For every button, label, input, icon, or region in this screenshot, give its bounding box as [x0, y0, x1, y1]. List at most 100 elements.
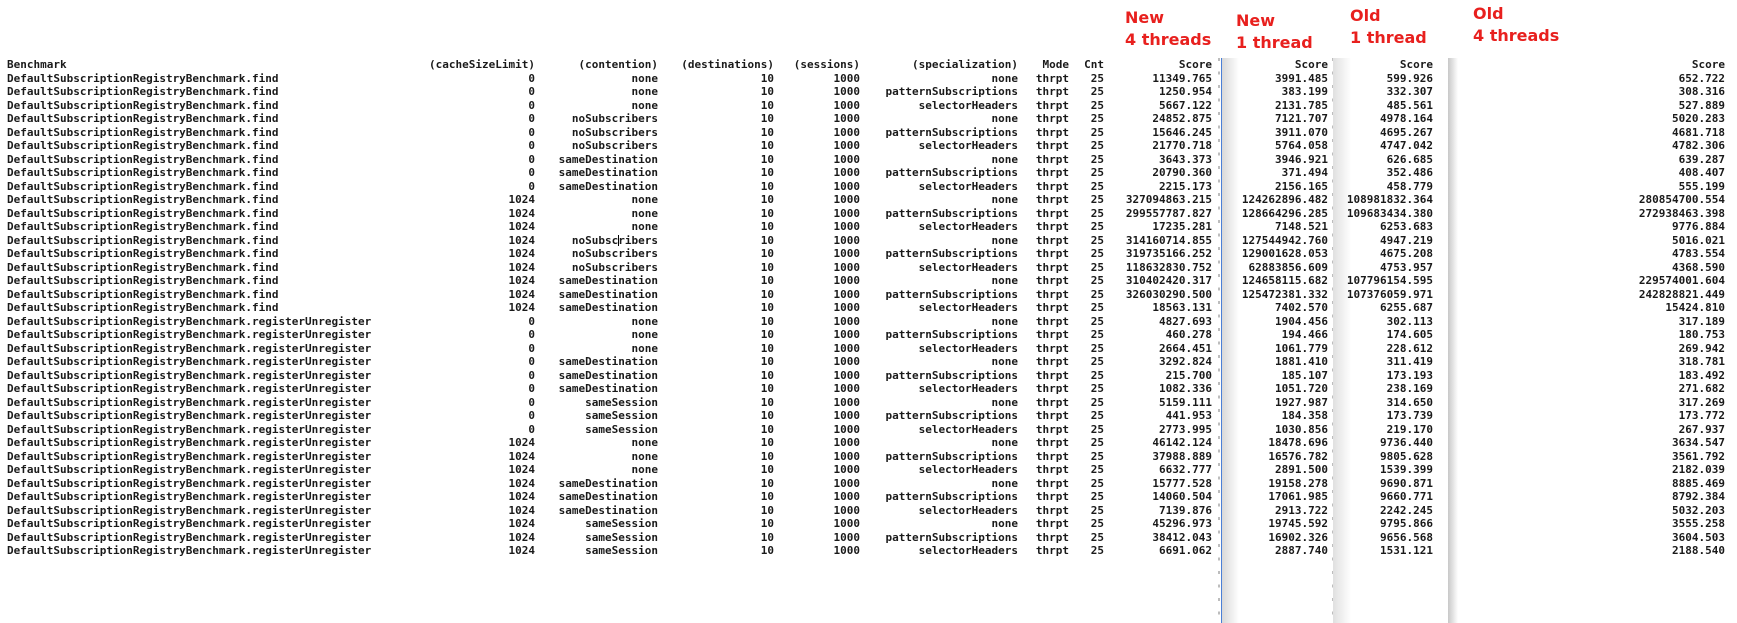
cell-score-new-1-thread: 1030.856 [1275, 422, 1328, 436]
cell-score-new-1-thread: 19158.278 [1268, 476, 1328, 490]
cell-score-new-1-thread: 1061.779 [1275, 341, 1328, 355]
cell-score-old-4-threads: 4783.554 [1672, 247, 1725, 260]
cell-cache-size-limit: 1024 [508, 301, 536, 314]
cell-specialization: patternSubscriptions [885, 166, 1018, 179]
cell-score-new-1-thread: 16576.782 [1268, 449, 1328, 463]
cell-cache-size-limit: 0 [528, 112, 535, 125]
cell-mode: thrpt [1035, 260, 1069, 274]
annotation-line2: 4 threads [1473, 26, 1560, 45]
cell-cache-size-limit: 1024 [508, 193, 536, 206]
cell-score-new-4-threads: 299557787.827 [1125, 206, 1212, 220]
cell-benchmark: DefaultSubscriptionRegistryBenchmark.fin… [7, 220, 279, 233]
cell-sessions: 1000 [833, 449, 861, 463]
cell-sessions: 1000 [833, 85, 861, 98]
table-row: DefaultSubscriptionRegistryBenchmark.fin… [0, 193, 1737, 207]
cell-mode: thrpt [1035, 382, 1069, 395]
cell-sessions: 1000 [833, 193, 861, 206]
cell-sessions: 1000 [833, 125, 861, 139]
cell-contention: sameSession [585, 517, 658, 530]
cell-benchmark: DefaultSubscriptionRegistryBenchmark.reg… [7, 544, 372, 557]
cell-sessions: 1000 [833, 152, 861, 166]
cell-score-new-1-thread: 1904.456 [1275, 314, 1328, 328]
cell-destinations: 10 [760, 139, 774, 152]
cell-specialization: selectorHeaders [918, 139, 1018, 152]
cell-score-old-1-thread: 9656.568 [1380, 530, 1433, 544]
cell-specialization: selectorHeaders [918, 98, 1018, 112]
cell-contention: sameDestination [558, 368, 658, 382]
cell-sessions: 1000 [833, 422, 861, 436]
cell-benchmark: DefaultSubscriptionRegistryBenchmark.reg… [7, 368, 372, 382]
cell-score-old-4-threads: 555.199 [1678, 179, 1725, 193]
cell-specialization: patternSubscriptions [885, 530, 1018, 544]
cell-destinations: 10 [760, 490, 774, 503]
cell-specialization: none [991, 436, 1019, 449]
cell-mode: thrpt [1035, 152, 1069, 166]
cell-score-old-1-thread: 9795.866 [1380, 517, 1433, 530]
table-row: DefaultSubscriptionRegistryBenchmark.reg… [0, 463, 1737, 477]
table-row: DefaultSubscriptionRegistryBenchmark.fin… [0, 261, 1737, 275]
cell-destinations: 10 [760, 449, 774, 463]
cell-score-new-4-threads: 21770.718 [1152, 139, 1212, 152]
cell-sessions: 1000 [833, 544, 861, 557]
table-row: DefaultSubscriptionRegistryBenchmark.fin… [0, 153, 1737, 167]
table-row: DefaultSubscriptionRegistryBenchmark.reg… [0, 355, 1737, 369]
cell-contention: noSubscribers [571, 247, 658, 260]
cell-destinations: 10 [760, 503, 774, 517]
cell-sessions: 1000 [833, 436, 861, 449]
cell-score-old-4-threads: 2182.039 [1672, 463, 1725, 476]
cell-score-old-4-threads: 269.942 [1678, 341, 1725, 355]
cell-mode: thrpt [1035, 517, 1069, 530]
cell-specialization: patternSubscriptions [885, 247, 1018, 260]
cell-score-old-1-thread: 219.170 [1386, 422, 1433, 436]
cell-contention: noSubscribers [571, 139, 658, 152]
cell-cache-size-limit: 0 [528, 314, 535, 328]
table-row: DefaultSubscriptionRegistryBenchmark.fin… [0, 207, 1737, 221]
cell-specialization: none [991, 233, 1019, 247]
cell-score-new-4-threads: 1082.336 [1159, 382, 1212, 395]
table-row: DefaultSubscriptionRegistryBenchmark.reg… [0, 315, 1737, 329]
cell-score-old-4-threads: 5020.283 [1672, 112, 1725, 125]
cell-score-old-4-threads: 408.407 [1678, 166, 1725, 179]
cell-score-new-1-thread: 62883856.609 [1248, 260, 1328, 274]
cell-cache-size-limit: 0 [528, 179, 535, 193]
cell-score-old-4-threads: 267.937 [1678, 422, 1725, 436]
cell-benchmark: DefaultSubscriptionRegistryBenchmark.reg… [7, 517, 372, 530]
cell-score-old-4-threads: 318.781 [1678, 355, 1725, 368]
cell-benchmark: DefaultSubscriptionRegistryBenchmark.fin… [7, 301, 279, 314]
cell-destinations: 10 [760, 409, 774, 422]
cell-sessions: 1000 [833, 274, 861, 287]
cell-cache-size-limit: 1024 [508, 517, 536, 530]
cell-score-old-4-threads: 639.287 [1678, 152, 1725, 166]
cell-cache-size-limit: 1024 [508, 449, 536, 463]
cell-cache-size-limit: 0 [528, 422, 535, 436]
cell-cache-size-limit: 0 [528, 409, 535, 422]
cell-score-old-1-thread: 228.612 [1386, 341, 1433, 355]
cell-specialization: none [991, 152, 1019, 166]
cell-score-new-1-thread: 2913.722 [1275, 503, 1328, 517]
cell-contention: none [631, 314, 659, 328]
cell-specialization: patternSubscriptions [885, 490, 1018, 503]
cell-destinations: 10 [760, 220, 774, 233]
cell-mode: thrpt [1035, 503, 1069, 517]
cell-cache-size-limit: 0 [528, 166, 535, 179]
cell-benchmark: DefaultSubscriptionRegistryBenchmark.fin… [7, 98, 279, 112]
cell-score-old-1-thread: 107376059.971 [1346, 287, 1433, 301]
cell-score-new-4-threads: 15777.528 [1152, 476, 1212, 490]
cell-benchmark: DefaultSubscriptionRegistryBenchmark.reg… [7, 409, 372, 422]
cell-score-new-1-thread: 2887.740 [1275, 544, 1328, 557]
cell-mode: thrpt [1035, 314, 1069, 328]
cell-sessions: 1000 [833, 463, 861, 476]
cell-mode: thrpt [1035, 368, 1069, 382]
cell-destinations: 10 [760, 85, 774, 98]
table-row: DefaultSubscriptionRegistryBenchmark.fin… [0, 99, 1737, 113]
cell-contention: sameDestination [558, 476, 658, 490]
header-score-old-4-threads: Score [1691, 58, 1725, 71]
cell-mode: thrpt [1035, 328, 1069, 341]
cell-score-old-1-thread: 9660.771 [1380, 490, 1433, 503]
header-benchmark: Benchmark [7, 58, 67, 71]
cell-cache-size-limit: 0 [528, 368, 535, 382]
cell-cache-size-limit: 1024 [508, 274, 536, 287]
cell-mode: thrpt [1035, 247, 1069, 260]
cell-score-old-4-threads: 317.189 [1678, 314, 1725, 328]
table-row: DefaultSubscriptionRegistryBenchmark.reg… [0, 382, 1737, 396]
